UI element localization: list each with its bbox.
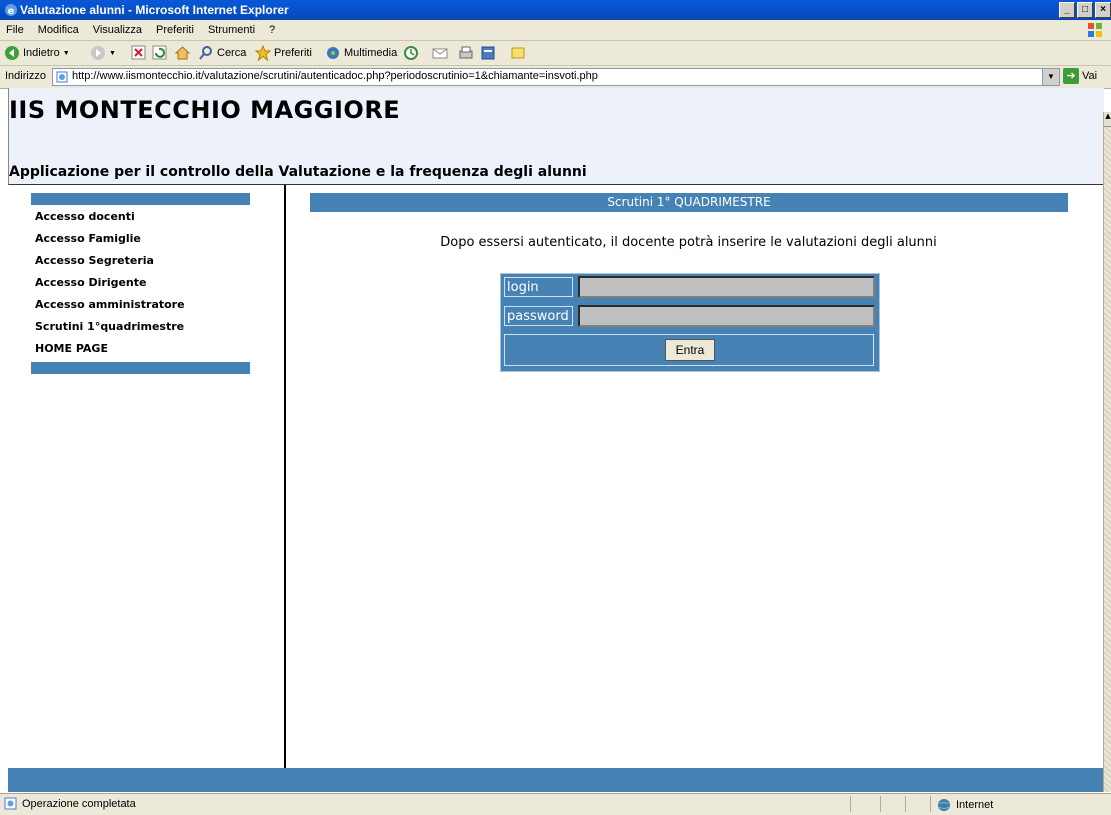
window-controls: _ □ × xyxy=(1059,2,1111,18)
page-status-icon xyxy=(4,797,17,810)
sidebar-item-accesso-docenti[interactable]: Accesso docenti xyxy=(35,209,185,231)
menu-modifica[interactable]: Modifica xyxy=(38,24,79,36)
main-content: Scrutini 1° QUADRIMESTRE Dopo essersi au… xyxy=(286,185,1103,768)
address-input[interactable]: http://www.iismontecchio.it/valutazione/… xyxy=(52,68,1044,86)
sidebar-item-accesso-dirigente[interactable]: Accesso Dirigente xyxy=(35,275,185,297)
address-bar: Indirizzo http://www.iismontecchio.it/va… xyxy=(0,66,1111,89)
submit-row: Entra xyxy=(504,334,874,366)
page-title: IIS MONTECCHIO MAGGIORE xyxy=(9,96,401,124)
media-icon xyxy=(327,47,339,59)
window-title: Valutazione alunni - Microsoft Internet … xyxy=(20,3,289,17)
window-title-bar: e Valutazione alunni - Microsoft Interne… xyxy=(0,0,1111,20)
stop-icon[interactable] xyxy=(131,45,146,60)
media-label: Multimedia xyxy=(344,47,398,59)
sidebar-menu: Accesso docenti Accesso Famiglie Accesso… xyxy=(35,209,185,363)
address-label: Indirizzo xyxy=(5,70,46,82)
status-divider xyxy=(905,796,906,812)
chevron-down-icon: ▼ xyxy=(109,49,116,57)
svg-text:e: e xyxy=(8,6,15,17)
back-arrow-icon xyxy=(5,46,19,60)
minimize-button[interactable]: _ xyxy=(1059,2,1075,18)
vertical-scrollbar[interactable]: ▲ xyxy=(1103,112,1111,792)
sidebar-item-accesso-amministratore[interactable]: Accesso amministratore xyxy=(35,297,185,319)
chevron-down-icon: ▼ xyxy=(62,49,70,57)
entra-button[interactable]: Entra xyxy=(665,339,715,361)
status-divider xyxy=(850,796,851,812)
media-button[interactable]: Multimedia xyxy=(325,44,397,62)
edit-icon[interactable] xyxy=(480,45,496,61)
windows-logo-icon xyxy=(1088,23,1102,37)
page-footer-bar xyxy=(8,768,1103,792)
sidebar-item-home-page[interactable]: HOME PAGE xyxy=(35,341,185,363)
back-label: Indietro xyxy=(23,47,60,59)
login-input[interactable] xyxy=(578,276,875,298)
zone-label: Internet xyxy=(956,799,994,811)
scroll-up-icon[interactable]: ▲ xyxy=(1104,112,1111,127)
login-form: login password Entra xyxy=(500,273,880,372)
address-dropdown-button[interactable]: ▼ xyxy=(1042,68,1060,86)
info-text: Dopo essersi autenticato, il docente pot… xyxy=(440,235,937,250)
favorites-button[interactable]: Preferiti xyxy=(255,44,312,62)
close-button[interactable]: × xyxy=(1095,2,1111,18)
menu-help[interactable]: ? xyxy=(269,24,275,36)
messenger-icon[interactable] xyxy=(510,45,526,61)
search-label: Cerca xyxy=(217,47,247,59)
maximize-button[interactable]: □ xyxy=(1077,2,1093,18)
ie-logo-icon: e xyxy=(5,4,17,17)
page-header: IIS MONTECCHIO MAGGIORE Applicazione per… xyxy=(8,88,1104,185)
history-icon[interactable] xyxy=(403,45,419,61)
go-label: Vai xyxy=(1082,70,1098,82)
mail-icon[interactable] xyxy=(432,45,448,61)
star-icon xyxy=(255,45,271,61)
sidebar-bottom-bar xyxy=(31,362,250,374)
go-button[interactable]: ➔ Vai xyxy=(1063,68,1097,84)
search-icon xyxy=(199,46,212,60)
back-button[interactable]: Indietro ▼ xyxy=(4,44,70,62)
status-bar: Operazione completata Internet xyxy=(0,793,1111,815)
page-subtitle: Applicazione per il controllo della Valu… xyxy=(9,164,587,180)
menu-file[interactable]: File xyxy=(6,24,24,36)
page-icon xyxy=(56,71,68,83)
login-label: login xyxy=(504,277,573,297)
password-input[interactable] xyxy=(578,305,875,327)
password-label: password xyxy=(504,306,573,326)
security-zone[interactable]: Internet xyxy=(937,798,993,812)
sidebar-top-bar xyxy=(31,193,250,205)
address-url: http://www.iismontecchio.it/valutazione/… xyxy=(72,70,598,82)
menu-preferiti[interactable]: Preferiti xyxy=(156,24,194,36)
go-arrow-icon: ➔ xyxy=(1063,68,1079,84)
toolbar: Indietro ▼ ▼ Cerca Preferiti Multimedia xyxy=(0,41,1111,66)
menu-bar: File Modifica Visualizza Preferiti Strum… xyxy=(0,20,1111,41)
refresh-icon[interactable] xyxy=(152,45,167,60)
status-text: Operazione completata xyxy=(22,798,136,810)
home-icon[interactable] xyxy=(174,44,191,61)
sidebar-item-accesso-famiglie[interactable]: Accesso Famiglie xyxy=(35,231,185,253)
sidebar: Accesso docenti Accesso Famiglie Accesso… xyxy=(8,185,286,768)
search-button[interactable]: Cerca xyxy=(198,44,246,62)
status-divider xyxy=(930,796,931,812)
globe-icon xyxy=(938,799,950,811)
forward-button[interactable]: ▼ xyxy=(90,44,116,62)
section-title: Scrutini 1° QUADRIMESTRE xyxy=(310,193,1068,212)
sidebar-item-accesso-segreteria[interactable]: Accesso Segreteria xyxy=(35,253,185,275)
status-divider xyxy=(880,796,881,812)
favorites-label: Preferiti xyxy=(274,47,312,59)
print-icon[interactable] xyxy=(458,45,474,61)
menu-visualizza[interactable]: Visualizza xyxy=(93,24,142,36)
menu-strumenti[interactable]: Strumenti xyxy=(208,24,255,36)
forward-arrow-icon xyxy=(91,46,105,60)
sidebar-item-scrutini[interactable]: Scrutini 1°quadrimestre xyxy=(35,319,185,341)
